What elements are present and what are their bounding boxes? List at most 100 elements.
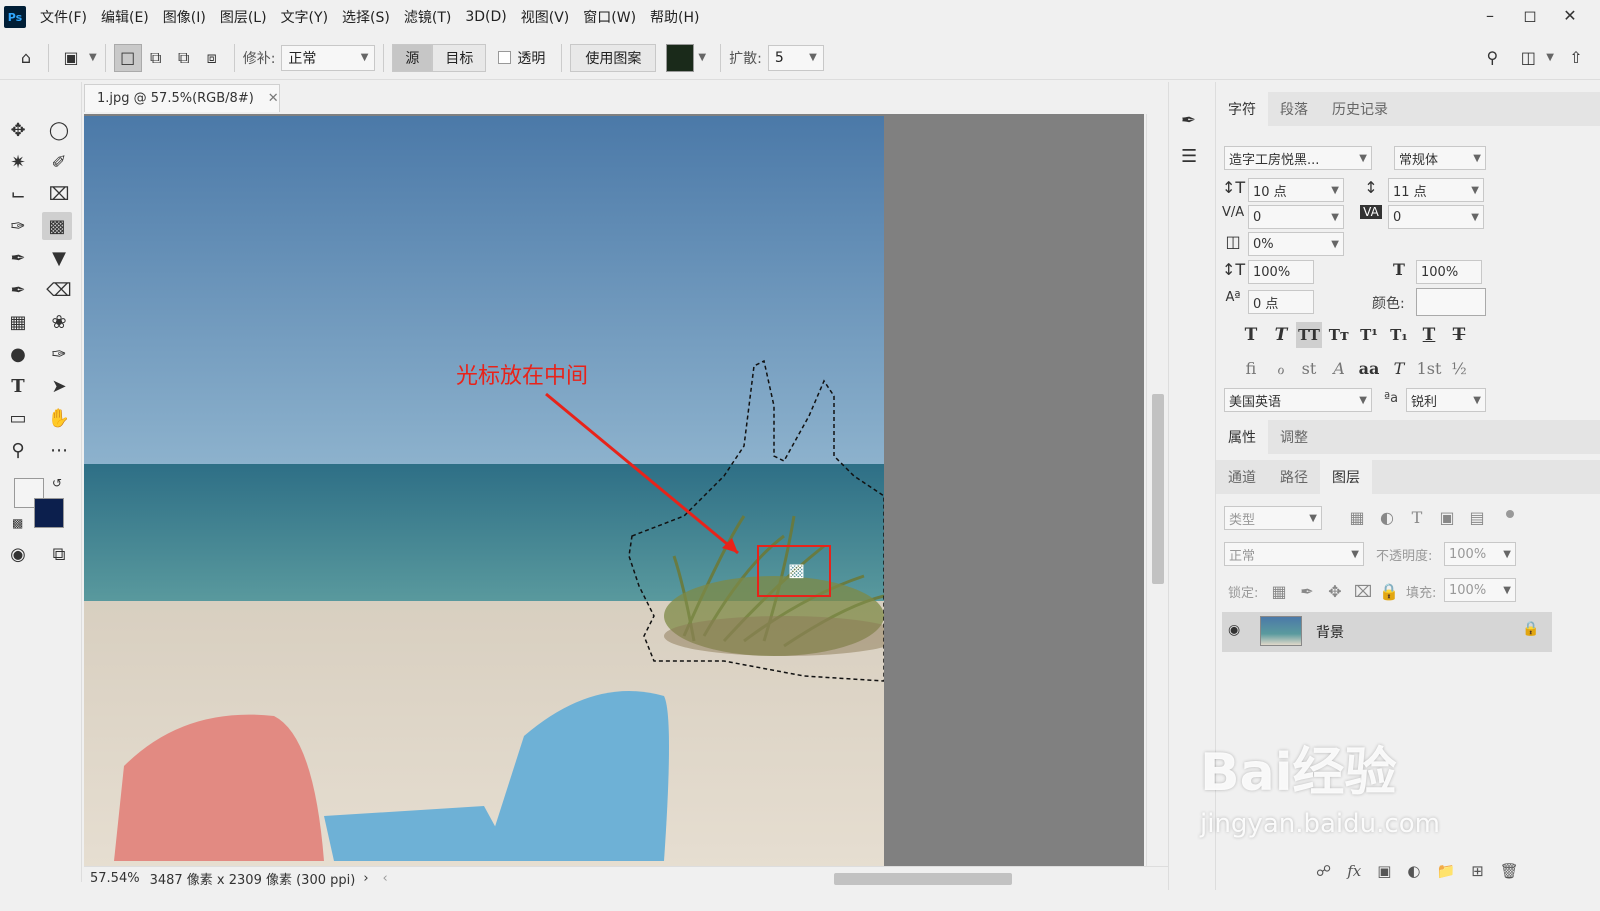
font-family-select[interactable]: 造字工房悦黑... ▼ xyxy=(1224,146,1372,170)
rectangle-icon[interactable]: ▭ xyxy=(3,404,33,432)
tsume-select[interactable]: 0% ▼ xyxy=(1248,232,1344,256)
swash-icon[interactable]: A xyxy=(1326,356,1352,382)
share-icon[interactable]: ⇧ xyxy=(1562,44,1590,72)
source-button[interactable]: 源 xyxy=(392,43,433,72)
more-tools-icon[interactable]: ⋯ xyxy=(44,436,74,464)
home-icon[interactable]: ⌂ xyxy=(12,44,40,72)
filter-smart-icon[interactable]: ▤ xyxy=(1466,508,1488,527)
leading-select[interactable]: 11 点 ▼ xyxy=(1388,178,1484,202)
subtract-selection-icon[interactable]: ⧉ xyxy=(170,44,198,72)
subscript-icon[interactable]: T₁ xyxy=(1386,322,1412,348)
swap-colors-icon[interactable]: ↺ xyxy=(52,476,62,490)
photo-canvas[interactable] xyxy=(84,116,884,868)
kerning-select[interactable]: 0 ▼ xyxy=(1248,205,1344,229)
move-tool-icon[interactable]: ✥ xyxy=(3,116,33,144)
menu-help[interactable]: 帮助(H) xyxy=(650,7,699,27)
pattern-swatch[interactable] xyxy=(666,43,695,72)
default-colors-icon[interactable]: ▩ xyxy=(12,516,23,530)
close-button[interactable]: ✕ xyxy=(1550,2,1590,28)
minimize-button[interactable]: – xyxy=(1470,2,1510,28)
fill-input[interactable]: 100% ▼ xyxy=(1444,578,1516,602)
maximize-button[interactable]: ◻ xyxy=(1510,2,1550,28)
faux-italic-icon[interactable]: T xyxy=(1268,322,1294,348)
tracking-select[interactable]: 0 ▼ xyxy=(1388,205,1484,229)
fractions-icon[interactable]: ½ xyxy=(1446,356,1472,382)
horizontal-scroll-thumb[interactable] xyxy=(834,873,1012,885)
background-color-swatch[interactable] xyxy=(34,498,64,528)
chevron-down-icon[interactable]: ▼ xyxy=(1546,52,1554,63)
vertical-scrollbar[interactable] xyxy=(1146,114,1168,866)
opacity-input[interactable]: 100% ▼ xyxy=(1444,542,1516,566)
tab-layers[interactable]: 图层 xyxy=(1320,460,1372,494)
faux-bold-icon[interactable]: T xyxy=(1238,322,1264,348)
horizontal-scale-input[interactable]: 100% xyxy=(1416,260,1482,284)
lock-pixels-icon[interactable]: ✒ xyxy=(1296,582,1318,601)
menu-edit[interactable]: 编辑(E) xyxy=(101,7,149,27)
chevron-down-icon[interactable]: ▼ xyxy=(89,52,97,63)
tab-properties[interactable]: 属性 xyxy=(1216,420,1268,454)
search-icon[interactable]: ⚲ xyxy=(1478,44,1506,72)
eyedropper-icon[interactable]: ✑ xyxy=(3,212,33,240)
menu-type[interactable]: 文字(Y) xyxy=(281,7,328,27)
strikethrough-icon[interactable]: T xyxy=(1446,322,1472,348)
chevron-down-icon[interactable]: ▼ xyxy=(698,52,706,63)
tab-channels[interactable]: 通道 xyxy=(1216,460,1268,494)
superscript-icon[interactable]: T¹ xyxy=(1356,322,1382,348)
tool-preset-icon[interactable]: ▣ xyxy=(57,44,85,72)
history-brush-icon[interactable]: ✒ xyxy=(3,276,33,304)
brush-settings-icon[interactable]: ✒ xyxy=(1181,110,1196,131)
text-color-swatch[interactable] xyxy=(1416,288,1486,316)
use-pattern-button[interactable]: 使用图案 xyxy=(570,43,657,72)
intersect-selection-icon[interactable]: ⧈ xyxy=(198,44,226,72)
menu-select[interactable]: 选择(S) xyxy=(342,7,390,27)
antialias-select[interactable]: 锐利 ▼ xyxy=(1406,388,1486,412)
tab-paths[interactable]: 路径 xyxy=(1268,460,1320,494)
lasso-icon[interactable]: ✷ xyxy=(3,148,33,176)
menu-image[interactable]: 图像(I) xyxy=(163,7,206,27)
patch-mode-select[interactable]: 正常 ▼ xyxy=(281,44,376,71)
screen-mode-icon[interactable]: ⧉ xyxy=(44,540,74,568)
ordinals-icon[interactable]: 1st xyxy=(1416,356,1442,382)
tab-adjustments[interactable]: 调整 xyxy=(1268,420,1320,454)
menu-file[interactable]: 文件(F) xyxy=(40,7,87,27)
baseline-input[interactable]: 0 点 xyxy=(1248,290,1314,314)
vertical-scale-input[interactable]: 100% xyxy=(1248,260,1314,284)
old-style-icon[interactable]: ℴ xyxy=(1268,356,1294,382)
document-tab[interactable]: 1.jpg @ 57.5%(RGB/8#) ✕ xyxy=(84,84,280,112)
workspace-icon[interactable]: ◫ xyxy=(1514,44,1542,72)
hand-icon[interactable]: ✋ xyxy=(44,404,74,432)
brush-icon[interactable]: ✒ xyxy=(3,244,33,272)
menu-3d[interactable]: 3D(D) xyxy=(465,9,506,25)
layer-filter-select[interactable]: 类型 ▼ xyxy=(1224,506,1322,530)
tab-paragraph[interactable]: 段落 xyxy=(1268,92,1320,126)
ligature-icon[interactable]: fi xyxy=(1238,356,1264,382)
filter-pixel-icon[interactable]: ▦ xyxy=(1346,508,1368,527)
close-tab-icon[interactable]: ✕ xyxy=(268,91,279,106)
type-tool-icon[interactable]: T xyxy=(3,372,33,400)
filter-shape-icon[interactable]: ▣ xyxy=(1436,508,1458,527)
quick-mask-icon[interactable]: ◉ xyxy=(3,540,33,568)
visibility-eye-icon[interactable]: ◉ xyxy=(1228,622,1240,638)
small-caps-icon[interactable]: Tт xyxy=(1326,322,1352,348)
tab-character[interactable]: 字符 xyxy=(1216,92,1268,126)
eraser-icon[interactable]: ⌫ xyxy=(44,276,74,304)
ellipse-marquee-icon[interactable]: ◯ xyxy=(44,116,74,144)
chevron-right-icon[interactable]: › xyxy=(363,871,368,886)
lock-artboard-icon[interactable]: ⌧ xyxy=(1352,582,1374,601)
zoom-level[interactable]: 57.54% xyxy=(90,871,140,886)
tab-history[interactable]: 历史记录 xyxy=(1320,92,1400,126)
adjust-sliders-icon[interactable]: ☰ xyxy=(1181,146,1197,167)
patch-tool-icon[interactable]: ▩ xyxy=(42,212,72,240)
gradient-icon[interactable]: ▦ xyxy=(3,308,33,336)
filter-toggle-icon[interactable] xyxy=(1506,510,1514,518)
crop-icon[interactable]: ⌙ xyxy=(3,180,33,208)
stylistic-alternates-icon[interactable]: aa xyxy=(1356,356,1382,382)
path-select-icon[interactable]: ➤ xyxy=(44,372,74,400)
underline-icon[interactable]: T xyxy=(1416,322,1442,348)
font-style-select[interactable]: 常规体 ▼ xyxy=(1394,146,1486,170)
new-selection-icon[interactable]: □ xyxy=(113,43,142,72)
menu-filter[interactable]: 滤镜(T) xyxy=(404,7,451,27)
blend-mode-select[interactable]: 正常 ▼ xyxy=(1224,542,1364,566)
quick-select-icon[interactable]: ✐ xyxy=(44,148,74,176)
blur-icon[interactable]: ❀ xyxy=(44,308,74,336)
